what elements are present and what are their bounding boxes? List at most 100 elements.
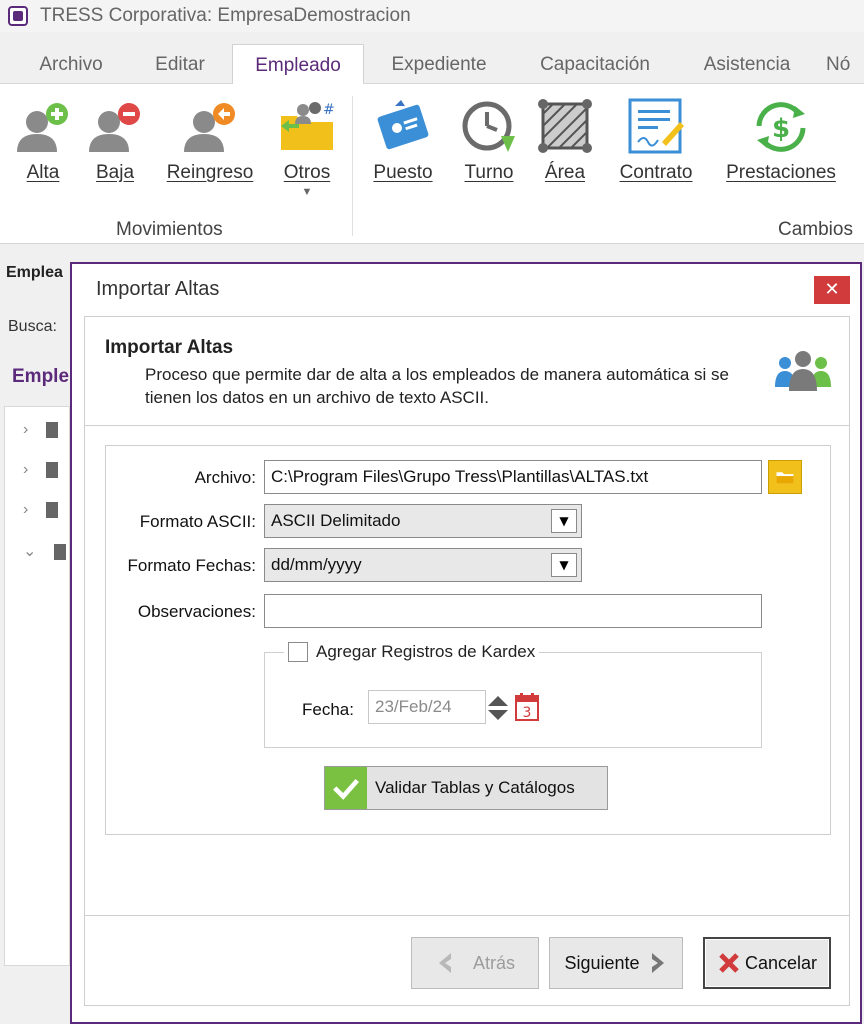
svg-text:$: $ [772,114,790,144]
app-window: TRESS Corporativa: EmpresaDemostracion A… [0,0,864,1024]
id-card-icon [377,100,429,150]
ribbon: Alta Baja Reingreso # Otros ▼ Movimiento… [0,84,864,244]
header-divider [85,425,849,426]
chevron-down-icon[interactable]: ▼ [551,553,577,577]
kardex-checkbox[interactable]: Agregar Registros de Kardex [284,642,540,662]
formato-fechas-label: Formato Fechas: [127,556,257,575]
ribbon-group-divider [352,96,353,236]
validar-tablas-label: Validar Tablas y Catálogos [375,778,575,797]
area-label: Área [544,162,586,183]
money-cycle-icon: $ [756,102,806,152]
siguiente-button[interactable]: Siguiente [549,937,683,989]
cancelar-button[interactable]: Cancelar [703,937,831,989]
contrato-button[interactable]: Contrato [610,88,702,188]
tab-empleado[interactable]: Empleado [232,44,364,85]
kardex-label: Agregar Registros de Kardex [316,642,536,661]
movimientos-group-label: Movimientos [116,219,223,240]
person-add-icon [17,103,68,152]
formato-fechas-select[interactable]: dd/mm/yyyy ▼ [264,548,582,582]
chevron-down-icon[interactable]: ▼ [551,509,577,533]
reingreso-label: Reingreso [166,162,254,183]
archivo-label: Archivo: [194,468,256,487]
dialog-body: Importar Altas Proceso que permite dar d… [84,316,850,1006]
puesto-label: Puesto [373,162,433,183]
calendar-icon[interactable]: 3 [514,692,540,722]
empleado-label: Emplea [6,264,63,281]
tree-node[interactable]: ⌄ [23,541,67,561]
tree-node[interactable]: › [23,421,59,439]
area-icon [538,99,592,153]
app-logo-icon [8,6,28,26]
importar-altas-dialog: Importar Altas ✕ Importar Altas Proceso … [70,262,862,1024]
window-title: TRESS Corporativa: EmpresaDemostracion [40,5,411,26]
cancelar-label: Cancelar [744,952,818,973]
people-group-icon [775,351,831,391]
puesto-button[interactable]: Puesto [366,88,440,188]
observaciones-field[interactable] [264,594,762,628]
person-remove-icon [89,103,140,152]
footer-divider [85,915,849,916]
atras-label: Atrás [472,952,515,973]
tab-archivo[interactable]: Archivo [20,44,122,85]
chevron-right-icon [651,953,664,973]
header-title: Importar Altas [105,337,234,358]
chevron-left-icon [438,953,451,973]
alta-label: Alta [26,162,60,183]
clock-icon [462,101,515,152]
formato-fechas-value: dd/mm/yyyy [271,555,362,574]
archivo-field[interactable]: C:\Program Files\Grupo Tress\Plantillas\… [264,460,762,494]
baja-button[interactable]: Baja [80,88,150,188]
busca-label: Busca: [8,318,57,335]
import-form: Archivo: C:\Program Files\Grupo Tress\Pl… [105,445,831,835]
validar-tablas-button[interactable]: Validar Tablas y Catálogos [324,766,608,810]
dialog-title: Importar Altas [96,278,220,300]
tree-node[interactable]: › [23,501,59,519]
status-strip [0,1000,70,1024]
tab-expediente[interactable]: Expediente [372,44,506,85]
turno-button[interactable]: Turno [452,88,526,188]
title-bar: TRESS Corporativa: EmpresaDemostracion [0,0,864,32]
empleado-toolbar: Emplea [0,252,70,298]
turno-label: Turno [464,162,514,183]
otros-button[interactable]: # Otros ▼ [272,88,342,198]
folder-people-icon: # [281,102,335,150]
area-button[interactable]: Área [532,88,598,188]
person-return-icon [184,103,235,152]
chevron-down-icon: ▼ [301,186,313,198]
tab-editar[interactable]: Editar [134,44,226,85]
cancel-x-icon [719,953,739,973]
date-spinner-icon[interactable] [486,694,510,722]
tab-capacitacion[interactable]: Capacitación [518,44,672,85]
atras-button[interactable]: Atrás [411,937,539,989]
browse-folder-button[interactable] [768,460,802,494]
navigation-tree: › › › ⌄ [4,406,70,966]
tab-asistencia[interactable]: Asistencia [684,44,810,85]
tab-nomina[interactable]: Nó [826,44,864,85]
close-button[interactable]: ✕ [814,276,850,304]
observaciones-label: Observaciones: [137,602,256,621]
prestaciones-label: Prestaciones [726,162,836,183]
otros-label: Otros [283,162,331,183]
formato-ascii-select[interactable]: ASCII Delimitado ▼ [264,504,582,538]
contrato-label: Contrato [619,162,693,183]
checkmark-icon [325,767,367,809]
baja-label: Baja [95,162,135,183]
folder-icon [776,472,794,484]
contract-icon [628,98,684,154]
fecha-field[interactable]: 23/Feb/24 [368,690,486,724]
checkbox-icon[interactable] [288,642,308,662]
alta-button[interactable]: Alta [8,88,78,188]
formato-ascii-label: Formato ASCII: [139,512,256,531]
cambios-group-label: Cambios [778,219,853,240]
fecha-label: Fecha: [302,700,354,719]
header-description: Proceso que permite dar de alta a los em… [145,365,729,407]
svg-text:#: # [323,102,335,118]
prestaciones-button[interactable]: $ Prestaciones [720,88,842,188]
section-label: Emple [12,366,70,387]
tree-node[interactable]: › [23,461,59,479]
ribbon-tabs: Archivo Editar Empleado Expediente Capac… [0,44,864,85]
formato-ascii-value: ASCII Delimitado [271,511,401,530]
siguiente-label: Siguiente [564,952,640,973]
reingreso-button[interactable]: Reingreso [160,88,260,188]
calendar-day: 3 [523,705,532,721]
